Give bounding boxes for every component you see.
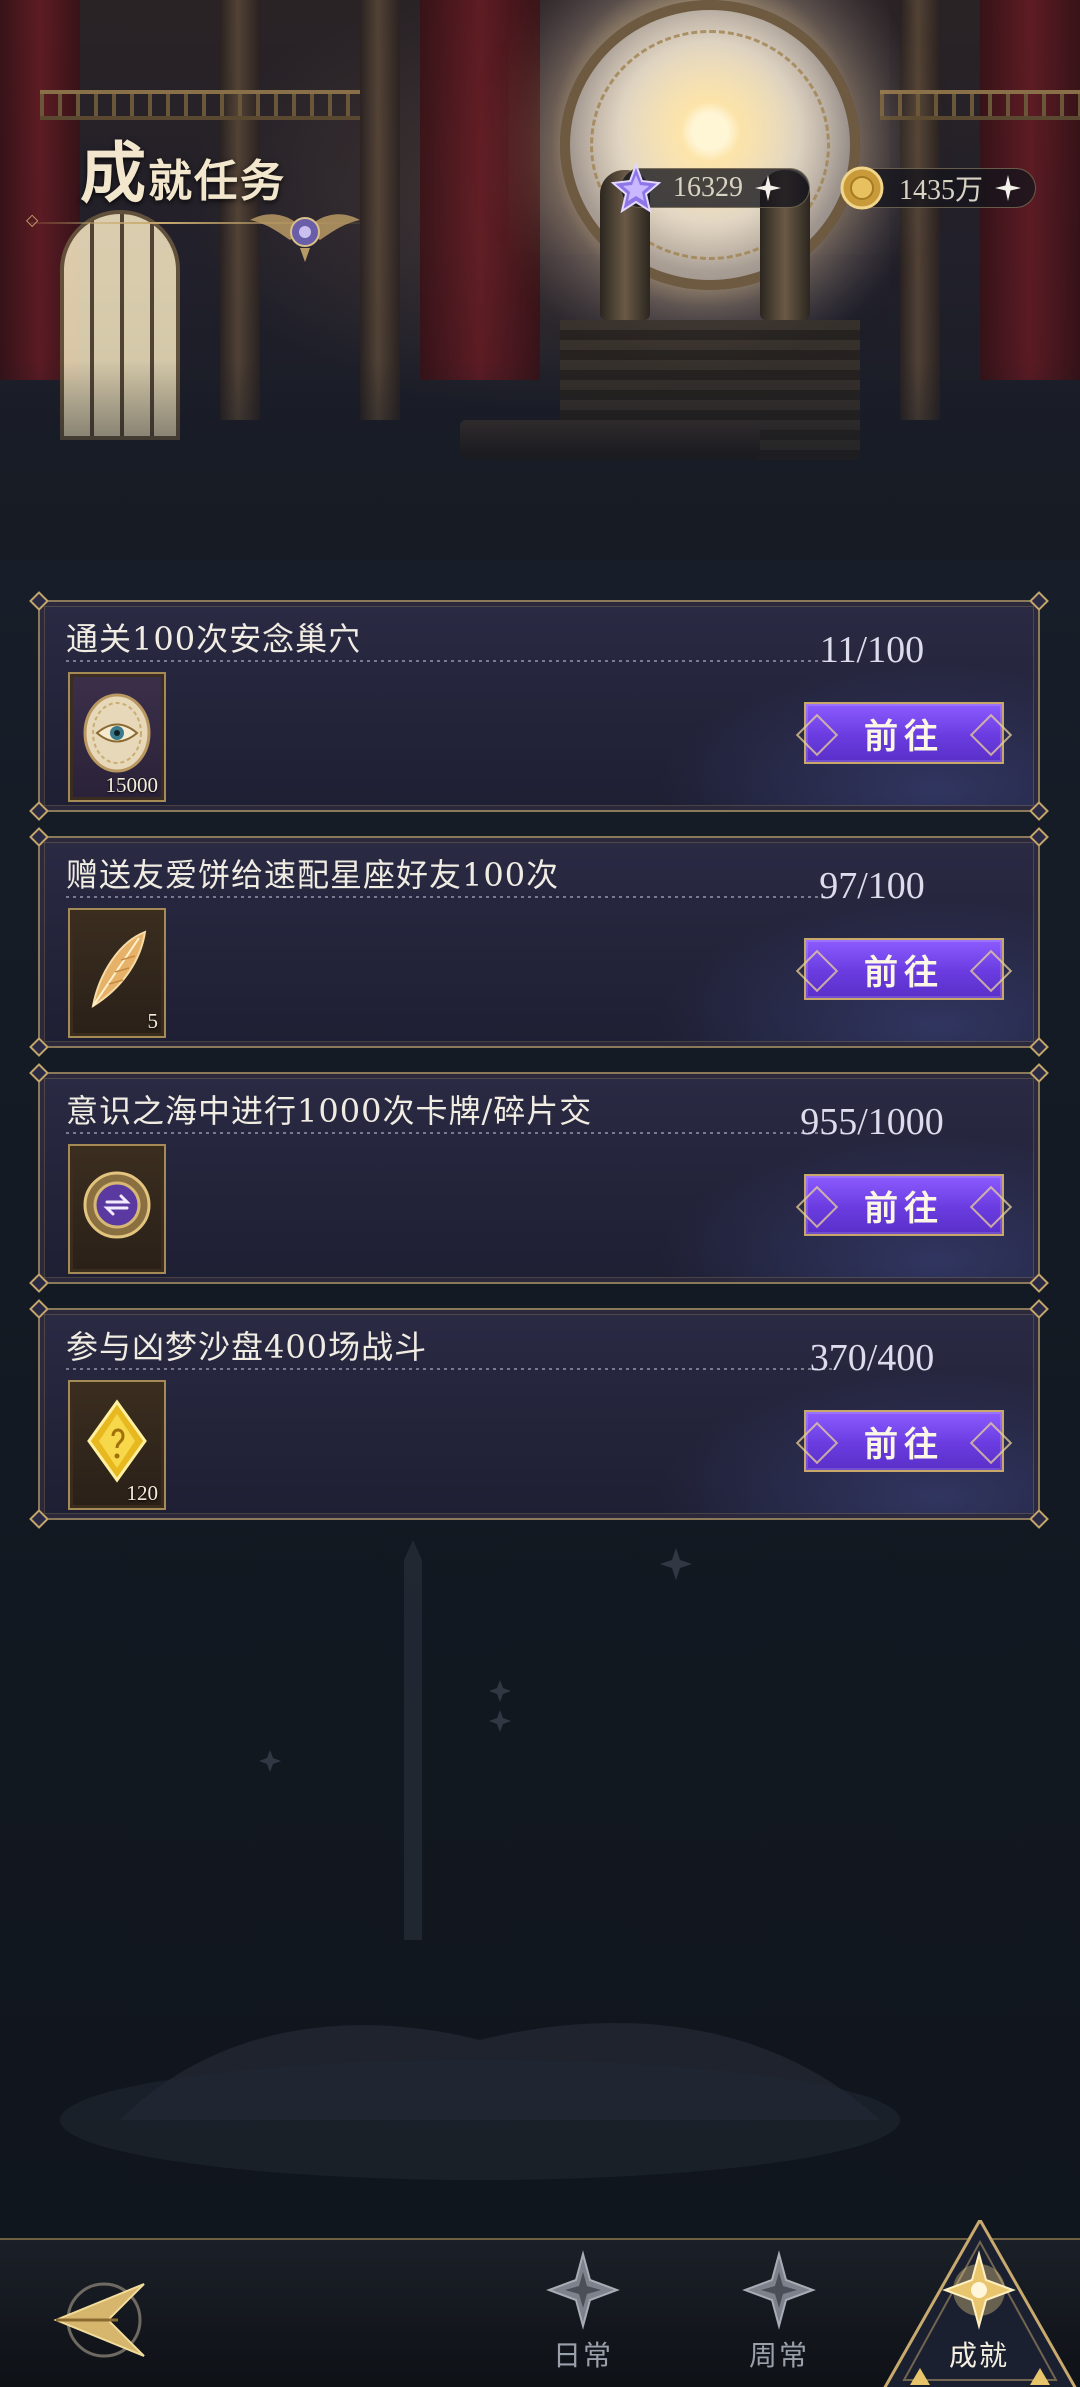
task-name: 参与凶梦沙盘400场战斗 xyxy=(66,1328,428,1366)
task-list: 通关100次安念巢穴 11/100 15000 前往 赠送友爱饼给速配星座好友1… xyxy=(29,591,1049,1544)
task-progress: 11/100 xyxy=(819,629,925,671)
card-corner-ornament xyxy=(1029,1037,1049,1057)
card-corner-ornament xyxy=(29,1063,49,1083)
task-name: 赠送友爱饼给速配星座好友100次 xyxy=(66,856,560,894)
card-corner-ornament xyxy=(1029,827,1049,847)
task-progress: 955/1000 xyxy=(800,1101,944,1143)
task-progress: 370/400 xyxy=(809,1337,935,1379)
tab-achievement-label: 成就 xyxy=(948,2339,1009,2372)
reward-item[interactable] xyxy=(68,1144,166,1274)
task-progress: 97/100 xyxy=(819,865,925,907)
golden-feather-icon xyxy=(91,930,147,1009)
card-corner-ornament xyxy=(29,1509,49,1529)
reward-quantity: 15000 xyxy=(105,773,159,797)
go-button[interactable]: 前往 xyxy=(804,938,1004,1000)
card-corner-ornament xyxy=(29,1037,49,1057)
add-gold-coin-button[interactable] xyxy=(991,171,1025,205)
eye-coin-icon xyxy=(83,693,151,773)
task-card: 通关100次安念巢穴 11/100 15000 前往 xyxy=(29,591,1049,821)
gold-crystal-icon xyxy=(87,1399,147,1483)
card-corner-ornament xyxy=(29,827,49,847)
sparkle-plus-icon xyxy=(755,175,781,201)
purple-star-crystal-icon xyxy=(611,163,661,213)
card-corner-ornament xyxy=(1029,1509,1049,1529)
currency-star-crystal: 16329 xyxy=(611,163,810,213)
task-card: 参与凶梦沙盘400场战斗 370/400 120 前往 xyxy=(29,1299,1049,1529)
dotted-divider xyxy=(66,1368,836,1370)
sparkle-plus-icon xyxy=(995,175,1022,201)
dotted-divider xyxy=(66,660,836,662)
card-corner-ornament xyxy=(1029,801,1049,821)
back-arrow-icon[interactable] xyxy=(48,2270,158,2370)
dotted-divider xyxy=(66,896,836,898)
card-corner-ornament xyxy=(29,1273,49,1293)
pillar xyxy=(900,0,940,420)
lighthouse-island-background xyxy=(60,1540,900,2180)
page-title-first-char: 成 xyxy=(80,134,148,212)
winged-orb-emblem-icon xyxy=(250,214,360,262)
daily-star-icon xyxy=(546,2250,620,2330)
balcony-railing xyxy=(880,90,1080,120)
achievement-star-icon xyxy=(942,2250,1016,2330)
reward-item[interactable]: 15000 xyxy=(68,672,166,802)
tab-weekly-label: 周常 xyxy=(748,2339,809,2372)
currency-gold-coin: 1435万 xyxy=(840,166,1036,210)
tab-daily[interactable]: 日常 xyxy=(518,2250,648,2385)
card-corner-ornament xyxy=(29,801,49,821)
pillar xyxy=(360,0,400,420)
achievement-screen: 成就任务 16329 1435万 xyxy=(0,0,1080,2387)
go-button[interactable]: 前往 xyxy=(804,1174,1004,1236)
task-name: 通关100次安念巢穴 xyxy=(66,620,362,658)
hall-fade xyxy=(0,360,1080,560)
task-name: 意识之海中进行1000次卡牌/碎片交 xyxy=(66,1092,593,1130)
reward-quantity: 120 xyxy=(126,1481,159,1505)
weekly-star-icon xyxy=(742,2250,816,2330)
go-button[interactable]: 前往 xyxy=(804,702,1004,764)
card-corner-ornament xyxy=(29,591,49,611)
task-card: 意识之海中进行1000次卡牌/碎片交 955/1000 前往 xyxy=(29,1063,1049,1293)
go-button[interactable]: 前往 xyxy=(804,1410,1004,1472)
dotted-divider xyxy=(66,1132,836,1134)
tab-achievement[interactable]: 成就 xyxy=(914,2250,1044,2385)
tab-daily-label: 日常 xyxy=(552,2339,613,2372)
tab-weekly[interactable]: 周常 xyxy=(714,2250,844,2385)
bottom-nav: 日常 周常 成就 xyxy=(0,2220,1080,2387)
exchange-medallion-icon xyxy=(83,1171,151,1239)
reward-quantity: 5 xyxy=(147,1009,159,1033)
card-corner-ornament xyxy=(1029,1299,1049,1319)
task-card: 赠送友爱饼给速配星座好友100次 97/100 5 前往 xyxy=(29,827,1049,1057)
card-corner-ornament xyxy=(29,1299,49,1319)
curtain-center xyxy=(420,0,540,380)
gold-coin-icon xyxy=(840,166,884,210)
reward-item[interactable]: 120 xyxy=(68,1380,166,1510)
add-star-crystal-button[interactable] xyxy=(751,171,785,205)
card-corner-ornament xyxy=(1029,1063,1049,1083)
card-corner-ornament xyxy=(1029,1273,1049,1293)
card-corner-ornament xyxy=(1029,591,1049,611)
balcony-railing xyxy=(40,90,360,120)
reward-item[interactable]: 5 xyxy=(68,908,166,1038)
hall-background xyxy=(0,0,1080,560)
